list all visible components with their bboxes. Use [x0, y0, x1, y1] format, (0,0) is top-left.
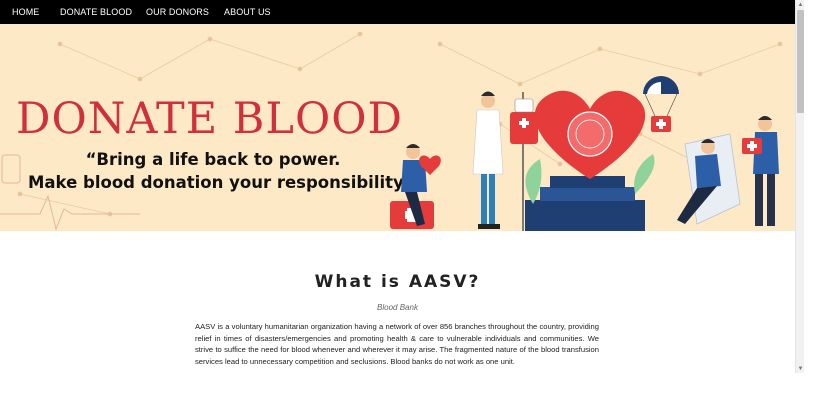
page: HOME DONATE BLOOD OUR DONORS ABOUT US DO… — [0, 0, 795, 407]
blood-donation-illustration — [390, 76, 779, 231]
hero-quote: “Bring a life back to power. Make blood … — [28, 148, 415, 194]
nav-donate-blood-link[interactable]: DONATE BLOOD — [60, 7, 132, 17]
hero-banner: DONATE BLOOD “Bring a life back to power… — [0, 24, 795, 231]
about-body-text: AASV is a voluntary humanitarian organiz… — [195, 322, 599, 366]
nav-our-donors-link[interactable]: OUR DONORS — [146, 7, 209, 17]
nav-home-link[interactable]: HOME — [12, 7, 39, 17]
hero-quote-line-1: “Bring a life back to power. — [85, 150, 341, 169]
top-navbar: HOME DONATE BLOOD OUR DONORS ABOUT US — [0, 0, 795, 24]
vertical-scrollbar[interactable]: ▲ ▼ — [795, 0, 804, 373]
hero-quote-line-2: Make blood donation your responsibility” — [28, 173, 415, 192]
hero-title: DONATE BLOOD — [16, 94, 403, 144]
nav-about-us-link[interactable]: ABOUT US — [224, 7, 271, 17]
scroll-thumb[interactable] — [797, 10, 804, 113]
about-heading: What is AASV? — [314, 272, 481, 292]
scroll-up-arrow-icon[interactable]: ▲ — [796, 1, 805, 9]
about-subheading: Blood Bank — [377, 303, 418, 312]
scroll-down-arrow-icon[interactable]: ▼ — [796, 365, 805, 373]
